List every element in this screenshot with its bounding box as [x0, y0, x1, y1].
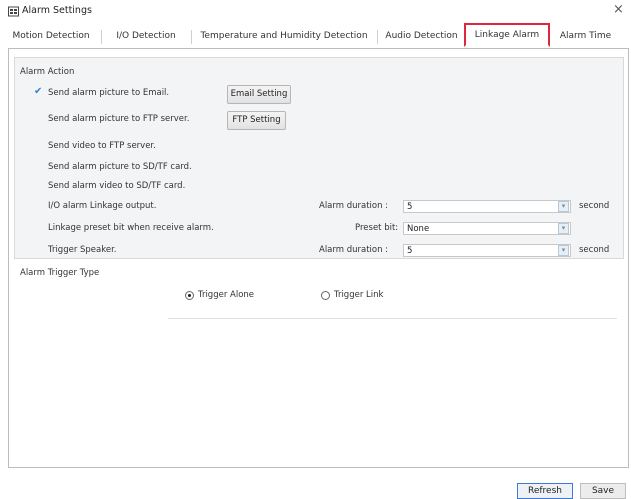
email-picture-option[interactable]: Send alarm picture to Email. [48, 88, 169, 98]
preset-bit-label: Preset bit: [355, 223, 399, 233]
window-title: Alarm Settings [22, 5, 92, 16]
tab-io-detection[interactable]: I/O Detection [105, 26, 187, 47]
tab-separator [101, 30, 102, 44]
tab-separator [377, 30, 378, 44]
select-value: None [407, 224, 430, 234]
check-icon[interactable]: ✔ [34, 86, 42, 97]
save-button[interactable]: Save [580, 483, 626, 499]
tab-temperature-humidity[interactable]: Temperature and Humidity Detection [193, 26, 375, 47]
sd-video-option[interactable]: Send alarm video to SD/TF card. [48, 181, 185, 191]
ftp-setting-button[interactable]: FTP Setting [227, 111, 286, 130]
trigger-speaker-option[interactable]: Trigger Speaker. [48, 245, 117, 255]
trigger-alone-label[interactable]: Trigger Alone [198, 290, 254, 300]
trigger-link-label[interactable]: Trigger Link [334, 290, 383, 300]
speaker-alarm-duration-select[interactable]: 5 [403, 244, 571, 257]
sd-picture-option[interactable]: Send alarm picture to SD/TF card. [48, 162, 192, 172]
alarm-duration-label: Alarm duration : [319, 201, 389, 211]
settings-icon [8, 6, 19, 17]
refresh-button[interactable]: Refresh [517, 483, 573, 499]
unit-label: second [579, 245, 610, 255]
close-icon[interactable]: × [613, 3, 624, 17]
io-alarm-duration-select[interactable]: 5 [403, 200, 571, 213]
trigger-alone-radio[interactable] [185, 291, 194, 300]
select-value: 5 [407, 202, 413, 212]
tab-audio-detection[interactable]: Audio Detection [379, 26, 464, 47]
unit-label: second [579, 201, 610, 211]
title-bar: Alarm Settings × [0, 0, 631, 24]
chevron-down-icon[interactable]: ▾ [558, 245, 569, 256]
alarm-action-heading: Alarm Action [20, 67, 75, 77]
io-linkage-option[interactable]: I/O alarm Linkage output. [48, 201, 156, 211]
chevron-down-icon[interactable]: ▾ [558, 201, 569, 212]
preset-linkage-option[interactable]: Linkage preset bit when receive alarm. [48, 223, 214, 233]
alarm-duration-label: Alarm duration : [319, 245, 389, 255]
ftp-video-option[interactable]: Send video to FTP server. [48, 141, 156, 151]
email-setting-button[interactable]: Email Setting [227, 85, 291, 104]
ftp-picture-option[interactable]: Send alarm picture to FTP server. [48, 114, 189, 124]
tab-alarm-time[interactable]: Alarm Time [548, 26, 623, 47]
tab-bar: Motion Detection I/O Detection Temperatu… [5, 23, 627, 48]
tab-motion-detection[interactable]: Motion Detection [5, 26, 97, 47]
trigger-type-heading: Alarm Trigger Type [20, 268, 100, 278]
chevron-down-icon[interactable]: ▾ [558, 223, 569, 234]
tab-separator [191, 30, 192, 44]
select-value: 5 [407, 246, 413, 256]
preset-bit-select[interactable]: None [403, 222, 571, 235]
tab-linkage-alarm[interactable]: Linkage Alarm [464, 23, 550, 47]
trigger-link-radio[interactable] [321, 291, 330, 300]
